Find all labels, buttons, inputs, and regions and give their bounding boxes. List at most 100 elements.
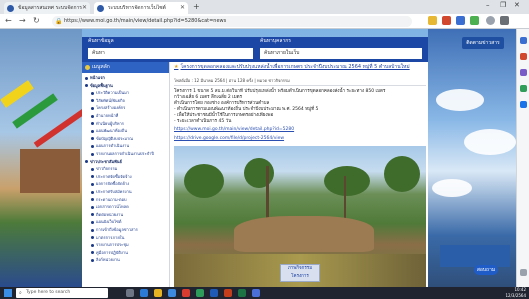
- url-text: https://www.moi.go.th/main/view/detail.p…: [64, 18, 227, 24]
- sidebar-item[interactable]: วิสัยทัศน์/พันธกิจ: [91, 98, 125, 104]
- dirt-mound: [234, 216, 374, 252]
- app-icon[interactable]: [196, 289, 204, 297]
- sidebar-item[interactable]: คู่มือการปฏิบัติงาน: [91, 250, 128, 256]
- site-panel: ค้นหาข้อมูล ค้นหาบุคลากร ค้นหา ค้นหาภายใ…: [82, 37, 428, 287]
- bullet-icon: [91, 122, 94, 126]
- powerpoint-icon[interactable]: [224, 289, 232, 297]
- sidebar-shopping-icon[interactable]: [520, 53, 527, 60]
- word-icon[interactable]: [210, 289, 218, 297]
- bullet-icon: [91, 213, 94, 217]
- sidebar-item[interactable]: รายงานผลการดำเนินงานประจำปี: [91, 151, 154, 157]
- extension-icon[interactable]: [470, 16, 479, 25]
- sidebar-item-label: ติดต่อหน่วยงาน: [96, 211, 124, 217]
- article-link[interactable]: https://drive.google.com/file/d/project-…: [174, 136, 284, 142]
- sidebar-settings-icon[interactable]: [520, 269, 527, 276]
- sidebar-tools-icon[interactable]: [520, 69, 527, 76]
- taskbar-search[interactable]: ⌕ Type here to search: [16, 288, 108, 298]
- roof-image: [440, 245, 510, 267]
- sidebar-item-label: โครงสร้างองค์กร: [96, 105, 126, 111]
- edge-icon[interactable]: [140, 289, 148, 297]
- sidebar-item[interactable]: แผนผังเว็บไซต์: [91, 219, 121, 225]
- sidebar-item-label: อำนาจหน้าที่: [96, 113, 119, 118]
- bookmark-star-icon[interactable]: [428, 16, 437, 25]
- sidebar-item[interactable]: แผนการดำเนินงาน: [91, 143, 129, 149]
- sidebar-group[interactable]: ข่าวประชาสัมพันธ์: [85, 159, 122, 165]
- close-tab-icon[interactable]: ✕: [180, 2, 185, 14]
- sidebar-menu: เมนูหลัก หน้าแรกข้อมูลพื้นฐาน ประวัติความ…: [82, 62, 170, 287]
- sidebar-item-label: ประกาศจัดซื้อจัดจ้าง: [96, 173, 132, 179]
- cloud-shape: [432, 179, 472, 197]
- sidebar-item[interactable]: ประกาศจัดซื้อจัดจ้าง: [91, 174, 132, 180]
- browser-tab[interactable]: ข้อมูลสารสนเทศ ระบบจัดการ ✕: [4, 2, 90, 14]
- search-input-right[interactable]: ค้นหาภายในเว็บ: [260, 48, 422, 59]
- app-icon[interactable]: [182, 289, 190, 297]
- sidebar-item[interactable]: รายงานการประชุม: [91, 242, 129, 248]
- article-line: - ระยะเวลาดำเนินการ 45 วัน: [174, 119, 232, 124]
- article-title[interactable]: ★ โครงการขุดลอกคลองและปรับปรุงแหล่งน้ำเพื…: [174, 64, 426, 70]
- back-button[interactable]: ←: [5, 16, 12, 25]
- bullet-icon: [91, 251, 94, 255]
- search-input-left[interactable]: ค้นหา: [88, 48, 253, 59]
- sidebar-item[interactable]: เอกสารดาวน์โหลด: [91, 204, 129, 210]
- sidebar-item[interactable]: มาตรการภายใน: [91, 235, 124, 241]
- sidebar-item[interactable]: ประวัติความเป็นมา: [91, 90, 129, 96]
- bullet-icon: [91, 91, 94, 95]
- bullet-icon: [91, 137, 94, 141]
- sidebar-games-icon[interactable]: [520, 85, 527, 92]
- sidebar-heading: เมนูหลัก: [82, 62, 169, 73]
- close-tab-icon[interactable]: ✕: [82, 2, 87, 14]
- chrome-icon[interactable]: [252, 289, 260, 297]
- reload-button[interactable]: ↻: [33, 16, 40, 25]
- store-icon[interactable]: [168, 289, 176, 297]
- maximize-button[interactable]: ❐: [500, 1, 506, 9]
- forward-button[interactable]: →: [19, 16, 26, 25]
- sidebar-item[interactable]: ผลการจัดซื้อจัดจ้าง: [91, 181, 129, 187]
- bullet-icon: [91, 182, 94, 186]
- extension-icon[interactable]: [456, 16, 465, 25]
- sidebar-item-label: ประวัติความเป็นมา: [96, 90, 130, 96]
- sidebar-group[interactable]: ข้อมูลพื้นฐาน: [85, 83, 113, 89]
- article-photo: ภาพกิจกรรม โครงการ: [174, 146, 426, 287]
- sidebar-item[interactable]: ติดต่อหน่วยงาน: [91, 212, 123, 218]
- divider: [174, 85, 426, 86]
- bullet-icon: [91, 152, 94, 156]
- sidebar-item-label: ลิงก์หน่วยงาน: [96, 257, 120, 263]
- sidebar-item[interactable]: โครงสร้างองค์กร: [91, 105, 125, 111]
- sidebar-item[interactable]: ประกาศรับสมัครงาน: [91, 189, 132, 195]
- sidebar-item[interactable]: ข่าวกิจกรรม: [91, 166, 117, 172]
- task-view-icon[interactable]: [126, 289, 134, 297]
- sidebar-item[interactable]: อำนาจหน้าที่: [91, 113, 118, 119]
- bullet-icon: [91, 190, 94, 194]
- sidebar-item[interactable]: ข้อบัญญัติงบประมาณ: [91, 136, 133, 142]
- sidebar-item[interactable]: ลิงก์หน่วยงาน: [91, 257, 120, 263]
- url-field[interactable]: 🔒 https://www.moi.go.th/main/view/detail…: [52, 16, 412, 27]
- file-explorer-icon[interactable]: [154, 289, 162, 297]
- article-link[interactable]: https://www.moi.go.th/main/view/detail.p…: [174, 127, 294, 133]
- excel-icon[interactable]: [238, 289, 246, 297]
- browser-tab-bar: ข้อมูลสารสนเทศ ระบบจัดการ ✕ ระบบบริหารจั…: [0, 0, 529, 14]
- system-clock[interactable]: 10:42 12/3/2564: [498, 287, 526, 299]
- search-bar: ค้นหาข้อมูล ค้นหาบุคลากร ค้นหา ค้นหาภายใ…: [82, 37, 428, 62]
- start-button[interactable]: [4, 289, 12, 297]
- sidebar-item[interactable]: แผนพัฒนาท้องถิ่น: [91, 128, 127, 134]
- sidebar-item-label: ข่าวประชาสัมพันธ์: [90, 158, 122, 164]
- new-tab-button[interactable]: +: [193, 2, 200, 12]
- bullet-icon: [91, 106, 94, 110]
- article-meta: โพสต์เมื่อ : 12 มีนาคม 2564 | อ่าน 128 ค…: [174, 78, 290, 83]
- extension-icon[interactable]: [442, 16, 451, 25]
- minimize-button[interactable]: –: [486, 1, 490, 9]
- follow-news-button[interactable]: ติดตามข่าวสาร: [462, 37, 504, 49]
- bullet-icon: [91, 220, 94, 224]
- chat-button[interactable]: สอบถาม: [474, 265, 498, 275]
- browser-menu-icon[interactable]: [500, 16, 509, 25]
- sidebar-item[interactable]: กระดานถาม-ตอบ: [91, 197, 127, 203]
- sidebar-outlook-icon[interactable]: [520, 101, 527, 108]
- profile-avatar-icon[interactable]: [486, 16, 495, 25]
- close-window-button[interactable]: ✕: [514, 1, 520, 9]
- building-image: [20, 149, 80, 193]
- sidebar-item[interactable]: การเข้าถึงข้อมูลข่าวสาร: [91, 227, 138, 233]
- sidebar-search-icon[interactable]: [520, 37, 527, 44]
- sidebar-group[interactable]: หน้าแรก: [85, 75, 105, 81]
- sidebar-item[interactable]: ทำเนียบผู้บริหาร: [91, 121, 124, 127]
- browser-tab-active[interactable]: ระบบบริหารจัดการเว็บไซต์ ✕: [94, 2, 188, 14]
